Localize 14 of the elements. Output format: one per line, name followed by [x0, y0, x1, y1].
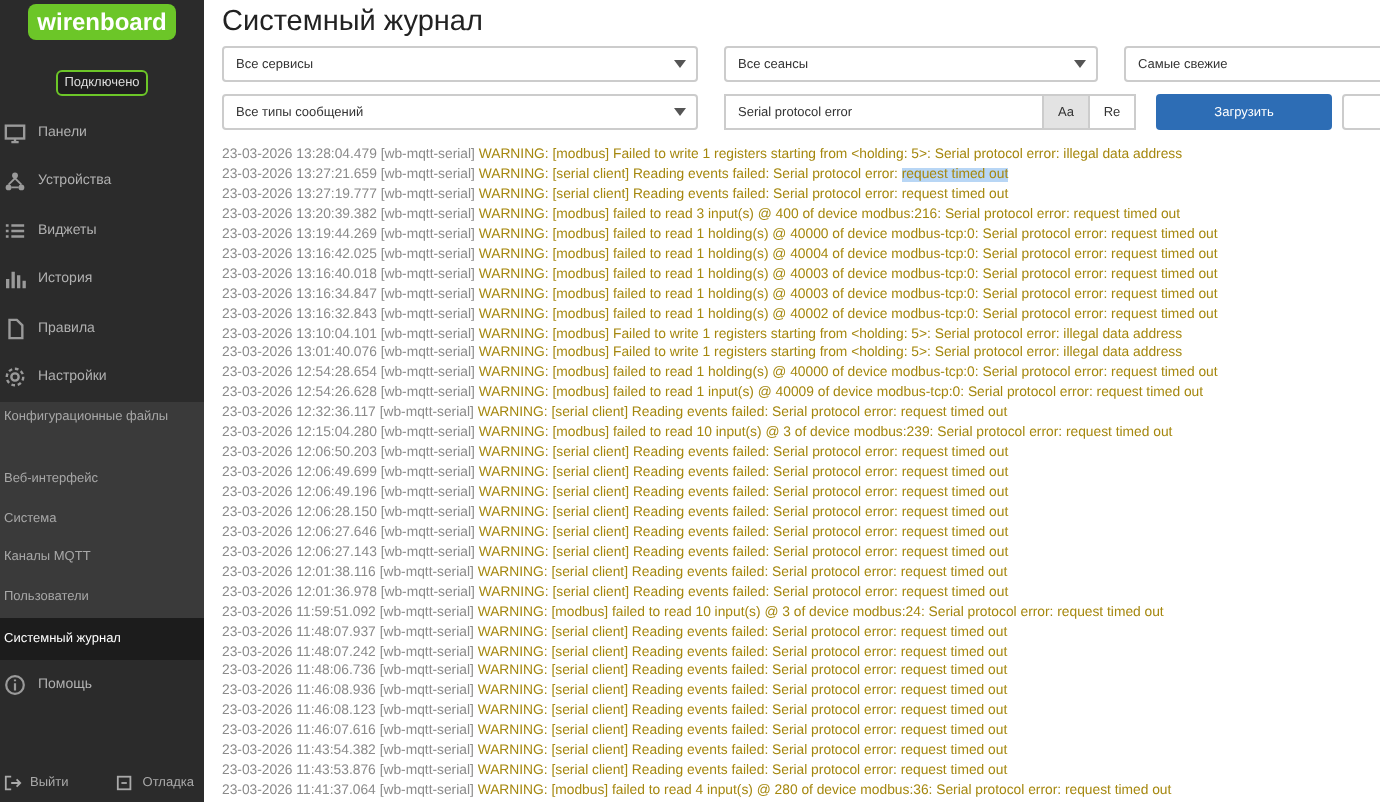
bar-chart-icon	[4, 268, 26, 291]
logout-icon	[4, 774, 22, 792]
network-icon	[4, 170, 26, 193]
document-icon	[4, 317, 26, 340]
caret-icon	[674, 60, 686, 69]
page-title: Системный журнал	[222, 4, 485, 42]
monitor-icon	[4, 121, 26, 144]
square-icon	[116, 774, 135, 792]
list-icon	[4, 219, 26, 242]
logo: wirenboard	[27, 4, 177, 40]
caret-icon	[1074, 60, 1086, 69]
settings-icon	[4, 366, 26, 389]
caret-icon	[674, 108, 686, 117]
info-icon	[4, 673, 26, 695]
